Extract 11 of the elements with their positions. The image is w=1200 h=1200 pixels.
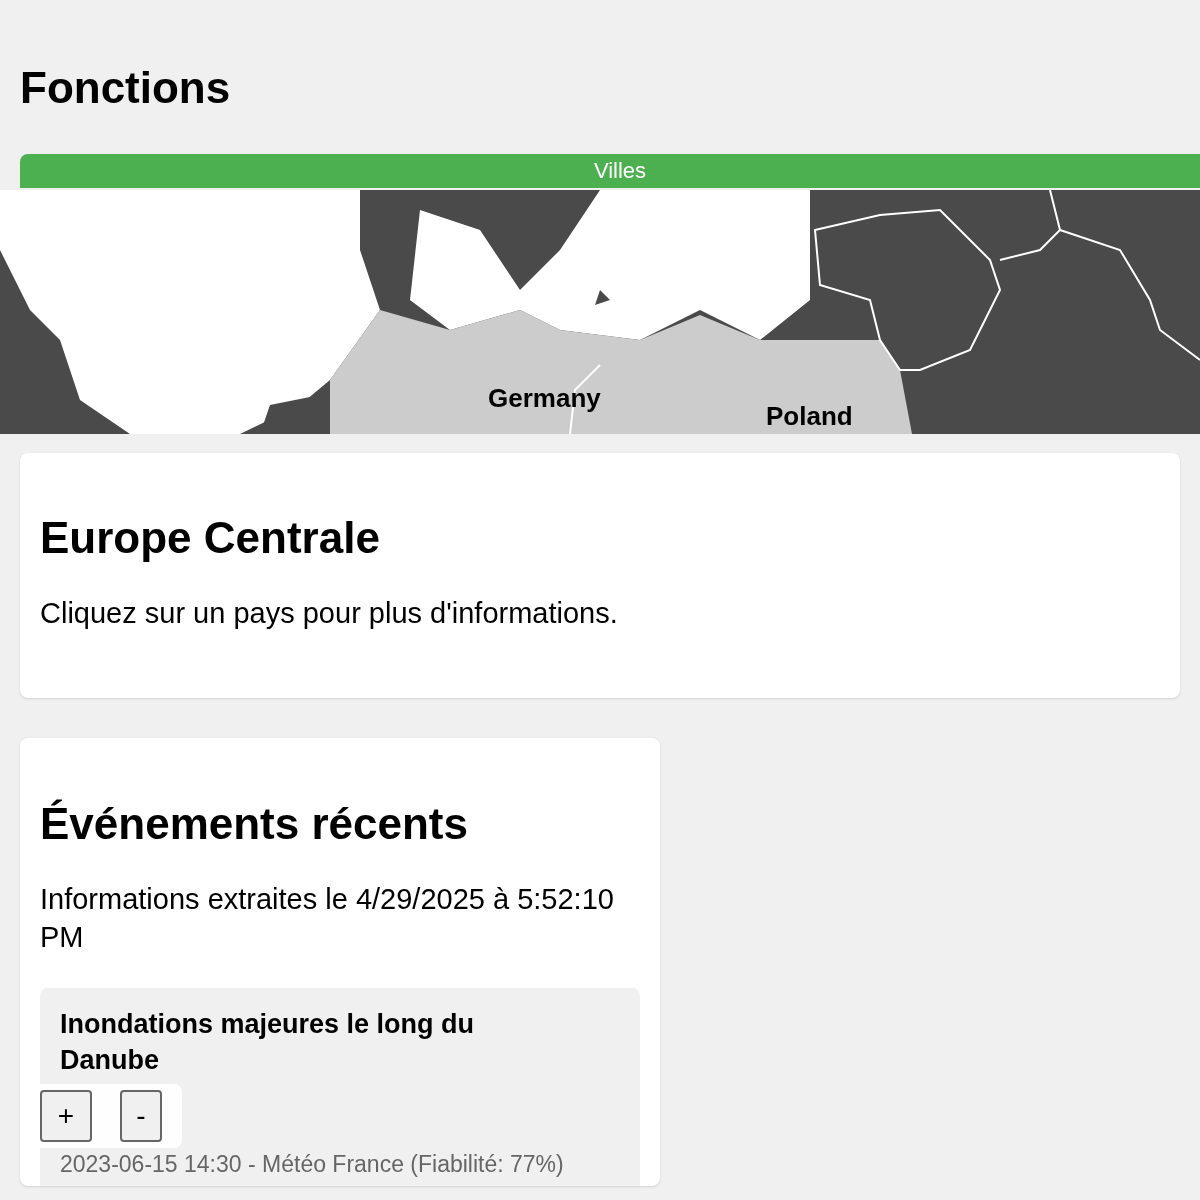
- event-title: Inondations majeures le long du Danube: [60, 1008, 476, 1077]
- zoom-in-button[interactable]: +: [40, 1090, 92, 1142]
- country-label: Germany: [488, 382, 601, 414]
- region-title: Europe Centrale: [40, 512, 381, 564]
- event-meta: 2023-06-15 14:30 - Météo France (Fiabilité: 77%): [60, 1150, 565, 1178]
- extraction-info: Informations extraites le 4/29/2025 à 5:52:10 PM: [40, 882, 615, 955]
- events-title: Événements récents: [40, 798, 469, 850]
- region-hint: Cliquez sur un pays pour plus d'informations.: [40, 596, 619, 631]
- zoom-out-button[interactable]: -: [120, 1090, 162, 1142]
- country-label: Poland: [766, 400, 853, 432]
- page-title: Fonctions: [20, 62, 232, 114]
